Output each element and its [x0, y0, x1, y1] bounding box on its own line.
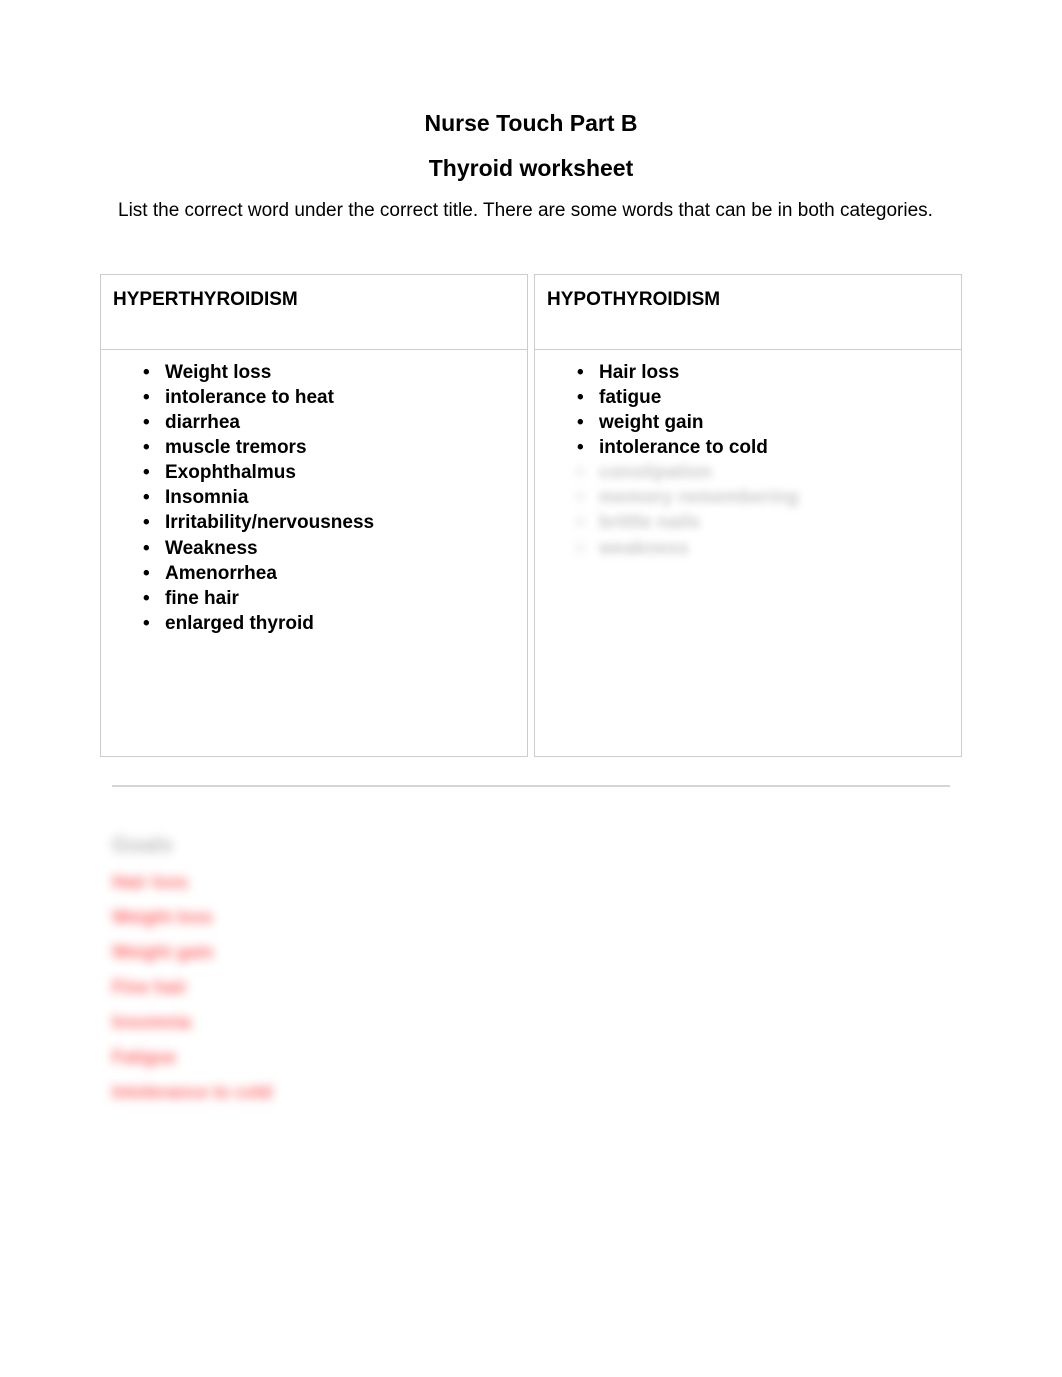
list-item: fatigue: [577, 385, 943, 410]
goals-item: Fatigue: [112, 1047, 962, 1068]
column-hyperthyroidism: HYPERTHYROIDISM Weight loss intolerance …: [100, 274, 528, 757]
column-header-right: HYPOTHYROIDISM: [535, 275, 961, 350]
list-item: Exophthalmus: [143, 460, 509, 485]
page-title-main: Nurse Touch Part B: [100, 110, 962, 137]
list-item-blurred: weakness: [577, 536, 943, 561]
goals-list: Hair loss Weight loss Weight gain Fine h…: [112, 872, 962, 1103]
list-item: weight gain: [577, 410, 943, 435]
worksheet-table: HYPERTHYROIDISM Weight loss intolerance …: [100, 274, 962, 757]
list-item: intolerance to heat: [143, 385, 509, 410]
list-item: Insomnia: [143, 485, 509, 510]
list-item: Weight loss: [143, 360, 509, 385]
column-header-left: HYPERTHYROIDISM: [101, 275, 527, 350]
section-divider: [112, 785, 950, 787]
goals-header: Goals: [112, 832, 962, 858]
goals-item: Insomnia: [112, 1012, 962, 1033]
list-item: fine hair: [143, 586, 509, 611]
list-item: muscle tremors: [143, 435, 509, 460]
list-item-blurred: brittle nails: [577, 510, 943, 535]
goals-item: Intolerance to cold: [112, 1082, 962, 1103]
list-item: diarrhea: [143, 410, 509, 435]
list-item: intolerance to cold: [577, 435, 943, 460]
column-body-left: Weight loss intolerance to heat diarrhea…: [101, 350, 527, 756]
list-item: Hair loss: [577, 360, 943, 385]
goals-item: Hair loss: [112, 872, 962, 893]
list-item: Amenorrhea: [143, 561, 509, 586]
goals-item: Weight loss: [112, 907, 962, 928]
list-item: Irritability/nervousness: [143, 510, 509, 535]
list-item: Weakness: [143, 536, 509, 561]
goals-item: Weight gain: [112, 942, 962, 963]
column-hypothyroidism: HYPOTHYROIDISM Hair loss fatigue weight …: [534, 274, 962, 757]
column-body-right: Hair loss fatigue weight gain intoleranc…: [535, 350, 961, 740]
page-title-sub: Thyroid worksheet: [100, 155, 962, 182]
list-item-blurred: memory remembering: [577, 485, 943, 510]
instructions-text: List the correct word under the correct …: [118, 200, 962, 222]
list-item: enlarged thyroid: [143, 611, 509, 636]
goals-item: Fine hair: [112, 977, 962, 998]
list-item-blurred: constipation: [577, 460, 943, 485]
